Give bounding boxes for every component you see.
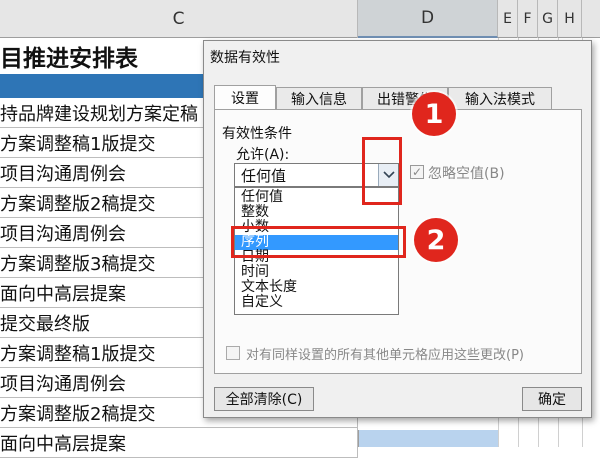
clear-all-button[interactable]: 全部清除(C) bbox=[214, 387, 314, 411]
ignore-blank-checkbox[interactable]: ✓ bbox=[410, 165, 424, 179]
ok-button[interactable]: 确定 bbox=[522, 387, 582, 411]
tab-input-message[interactable]: 输入信息 bbox=[276, 87, 362, 109]
table-row[interactable]: 面向中高层提案 bbox=[0, 428, 358, 458]
allow-select-value: 任何值 bbox=[241, 166, 287, 185]
column-header-h[interactable]: H bbox=[558, 0, 582, 38]
option-custom[interactable]: 自定义 bbox=[235, 295, 398, 310]
tab-settings[interactable]: 设置 bbox=[214, 85, 276, 109]
ignore-blank-label: 忽略空值(B) bbox=[428, 166, 505, 182]
column-header-c[interactable]: C bbox=[0, 0, 358, 38]
step-1-badge: 1 bbox=[412, 92, 456, 136]
allow-label: 允许(A): bbox=[236, 147, 290, 163]
tab-ime-mode[interactable]: 输入法模式 bbox=[448, 87, 552, 109]
option-text-length[interactable]: 文本长度 bbox=[235, 280, 398, 295]
apply-all-checkbox[interactable] bbox=[226, 346, 240, 360]
column-header-f[interactable]: F bbox=[518, 0, 538, 38]
highlight-box-list-option bbox=[231, 226, 406, 258]
dialog-title: 数据有效性 bbox=[210, 50, 280, 66]
option-whole-number[interactable]: 整数 bbox=[235, 205, 398, 220]
column-header-d[interactable]: D bbox=[358, 0, 498, 38]
option-time[interactable]: 时间 bbox=[235, 265, 398, 280]
validation-criteria-label: 有效性条件 bbox=[222, 126, 292, 142]
column-header-e[interactable]: E bbox=[498, 0, 518, 38]
checkmark-icon: ✓ bbox=[411, 165, 423, 179]
column-header-g[interactable]: G bbox=[538, 0, 558, 38]
apply-all-label: 对有同样设置的所有其他单元格应用这些更改(P) bbox=[246, 348, 524, 363]
selected-column-d-cells[interactable] bbox=[358, 430, 498, 447]
step-2-badge: 2 bbox=[414, 218, 458, 262]
highlight-box-dropdown-arrow bbox=[362, 137, 402, 205]
